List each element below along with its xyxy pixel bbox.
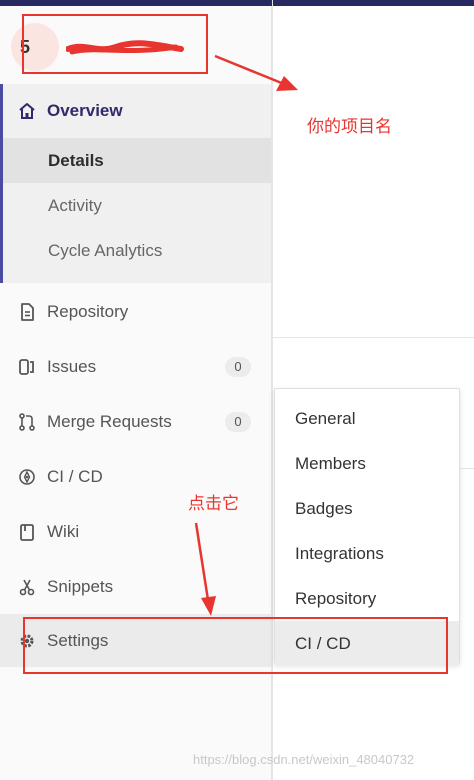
annotation-project-name-note: 你的项目名 [307,117,392,136]
arrow-to-project-name-note [214,54,298,91]
annotation-click-note: 点击它 [188,494,239,513]
annotation-arrows [194,54,298,616]
arrow-to-settings [194,522,216,616]
watermark: https://blog.csdn.net/weixin_48040732 [193,752,415,767]
